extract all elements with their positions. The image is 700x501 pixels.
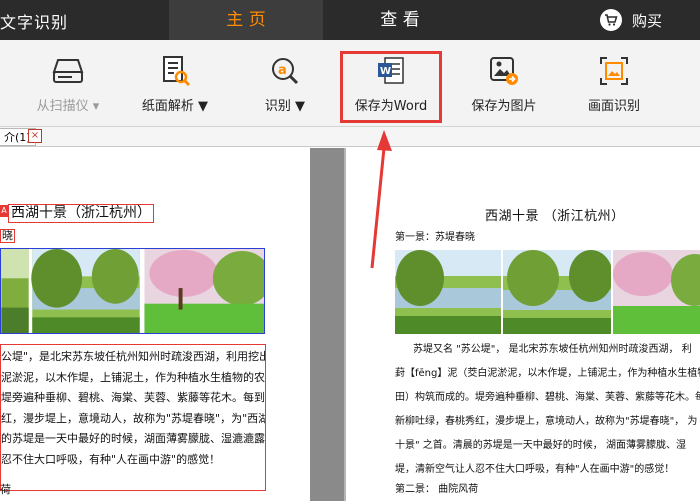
source-image-region[interactable] <box>0 248 265 334</box>
word-icon: W <box>374 54 408 88</box>
paper-parse-button[interactable]: 纸面解析 ▼ <box>130 40 220 127</box>
recognize-label: 识别 ▼ <box>264 99 306 114</box>
scanner-icon <box>51 54 85 88</box>
screen-capture-icon <box>597 54 631 88</box>
source-text-line: 忍不住大口呼吸，有种"人在画中游"的感觉！ <box>1 452 221 466</box>
save-as-word-label: 保存为Word <box>354 99 428 114</box>
result-title: 西湖十景 （浙江杭州） <box>485 209 625 224</box>
scan-label: 从扫描仪 ▾ <box>36 99 100 114</box>
result-blossom-photo <box>613 250 700 334</box>
source-document-pane[interactable]: A 西湖十景（浙江杭州） 晓 公堤"，是北宋苏东坡任杭州知州时疏浚西湖，利用挖出… <box>0 148 310 501</box>
ribbon-toolbar: 从扫描仪 ▾ 纸面解析 ▼ a 识别 ▼ W 保存为Word 保存为图片 画面识… <box>0 40 700 127</box>
result-text-line: 苏堤又名 "苏公堤"， 是北宋苏东坡任杭州知州时疏浚西湖， 利 <box>413 344 692 355</box>
result-lake-photo <box>503 250 611 334</box>
source-text-region[interactable]: 公堤"，是北宋苏东坡任杭州知州时疏浚西湖，利用挖出的 泥淤泥，以木作堤，上铺泥土… <box>0 344 266 491</box>
save-as-word-button[interactable]: W 保存为Word <box>340 40 442 127</box>
paper-parse-label: 纸面解析 ▼ <box>141 99 209 114</box>
screen-ocr-label: 画面识别 <box>587 99 640 114</box>
result-text-line: 堤，清新空气让人忍不住大口呼吸，有种"人在画中游"的感觉！ <box>395 464 675 475</box>
source-text-line: 泥淤泥，以木作堤，上铺泥土，作为种植水生植物的农田，叫荐 <box>1 370 265 384</box>
cart-icon <box>600 9 622 31</box>
result-text-block: 苏堤又名 "苏公堤"， 是北宋苏东坡任杭州知州时疏浚西湖， 利 葑【fēng】泥… <box>395 338 700 482</box>
tab-view[interactable]: 查 看 <box>323 0 477 40</box>
source-text-line: 的苏堤是一天中最好的时候，湖面薄雾朦胧、湿漉漉露水满 <box>1 432 265 445</box>
result-text-line: 葑【fēng】泥（茭白泥淤泥，以木作堤，上铺泥土，作为种植水生植物的农田， <box>395 368 700 379</box>
source-text-line: 红，漫步堤上，意境动人，故称为"苏堤春晓"，为"西湖 <box>1 411 265 425</box>
tab-home[interactable]: 主 页 <box>169 0 323 40</box>
title-bar: 文字识别 主 页 查 看 购买 <box>0 0 700 40</box>
svg-text:a: a <box>278 63 287 78</box>
buy-button[interactable]: 购买 <box>600 9 662 31</box>
save-as-image-label: 保存为图片 <box>471 99 537 114</box>
blossom-photo <box>144 249 264 333</box>
source-title-region[interactable]: 西湖十景（浙江杭州） <box>8 204 154 223</box>
result-willow-photo <box>395 250 501 334</box>
recognize-icon: a <box>268 54 302 88</box>
result-image-strip <box>395 250 700 334</box>
source-text-line: 公堤"，是北宋苏东坡任杭州知州时疏浚西湖，利用挖出的 <box>1 350 265 363</box>
app-title: 文字识别 <box>0 13 69 32</box>
result-text-line: 田）构筑而成的。堤旁遍种垂柳、碧桃、海棠、芙蓉、紫藤等花木。每 <box>395 392 700 403</box>
source-subtitle-region[interactable]: 晓 <box>0 229 15 243</box>
lake-photo <box>31 249 140 333</box>
result-document-pane[interactable]: 西湖十景 （浙江杭州） 第一景：苏堤春晓 苏堤又名 "苏公堤"， 是北宋苏东坡任… <box>344 148 700 501</box>
document-tab-strip: 介(1) × <box>0 127 700 147</box>
buy-label: 购买 <box>632 11 663 30</box>
save-as-image-button[interactable]: 保存为图片 <box>455 40 553 127</box>
svg-text:W: W <box>380 66 391 77</box>
willow-photo <box>1 249 29 333</box>
document-scan-icon <box>158 54 192 88</box>
result-text-line: 十景" 之首。清晨的苏堤是一天中最好的时候， 湖面薄雾朦胧、湿 <box>395 440 686 451</box>
scan-button[interactable]: 从扫描仪 ▾ <box>18 40 118 127</box>
screen-ocr-button[interactable]: 画面识别 <box>575 40 653 127</box>
result-text-line: 新柳吐绿，春桃秀红，漫步堤上，意境动人，故称为"苏堤春晓"， 为 <box>395 416 698 427</box>
result-next-heading: 第二景： 曲院风荷 <box>395 484 479 495</box>
source-next-heading: 荷 <box>0 483 11 496</box>
pane-divider[interactable] <box>310 148 344 501</box>
result-subtitle: 第一景：苏堤春晓 <box>395 232 475 243</box>
close-tab-icon[interactable]: × <box>28 129 42 143</box>
source-text-line: 堤旁遍种垂柳、碧桃、海棠、芙蓉、紫藤等花木。每到春季， <box>1 391 265 404</box>
region-marker: A <box>0 205 8 217</box>
image-export-icon <box>487 54 521 88</box>
recognize-button[interactable]: a 识别 ▼ <box>250 40 320 127</box>
